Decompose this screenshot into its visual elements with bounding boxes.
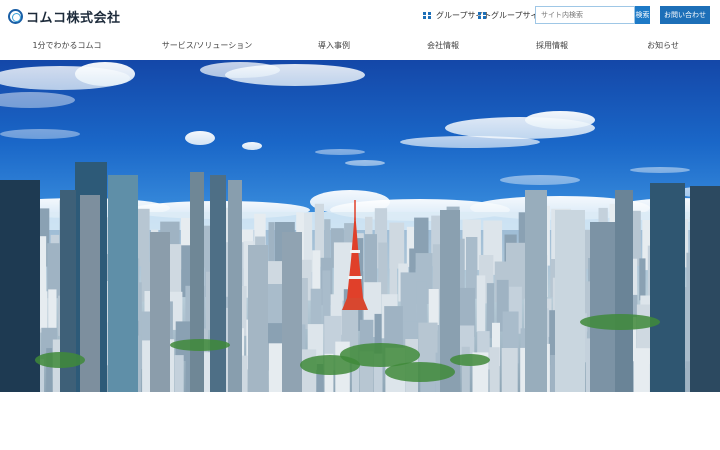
tower-building — [555, 210, 585, 392]
search-button[interactable]: 検索 — [635, 6, 650, 24]
logo[interactable]: コムコ株式会社 — [8, 6, 121, 26]
tower-building — [228, 180, 242, 392]
tower-building — [650, 183, 685, 392]
tower-building — [0, 180, 40, 392]
grid-icon — [423, 11, 431, 20]
logo-icon — [8, 8, 23, 24]
site-header: コムコ株式会社 グループサイト グループサイト 検索 お問い合わせ — [0, 0, 720, 32]
nav-item-cases[interactable]: 導入事例 — [318, 40, 350, 51]
main-nav: 1分でわかるコムコ サービス/ソリューション 導入事例 会社情報 採用情報 お知… — [0, 32, 720, 60]
building — [174, 355, 184, 392]
city-skyline-image — [0, 62, 720, 392]
park — [450, 354, 490, 366]
tower-building — [690, 186, 720, 392]
park — [170, 339, 230, 351]
tower-building — [150, 232, 170, 392]
content-area — [0, 392, 720, 450]
building — [48, 289, 57, 331]
tower-building — [525, 190, 547, 392]
nav-item-services[interactable]: サービス/ソリューション — [162, 40, 253, 51]
nav-item-company[interactable]: 会社情報 — [427, 40, 459, 51]
tower-building — [248, 245, 268, 392]
logo-text: コムコ株式会社 — [26, 10, 121, 26]
park — [385, 362, 455, 382]
tower-building — [108, 175, 138, 392]
hero-image — [0, 60, 720, 392]
tower-building — [190, 172, 204, 392]
contact-button[interactable]: お問い合わせ — [660, 6, 710, 24]
building — [476, 275, 486, 332]
building — [489, 347, 500, 392]
building — [418, 322, 438, 364]
building — [461, 346, 470, 392]
nav-item-recruit[interactable]: 採用情報 — [536, 40, 568, 51]
search-input[interactable] — [535, 6, 635, 24]
tower-building — [210, 175, 226, 392]
nav-item-news[interactable]: お知らせ — [647, 40, 679, 51]
building — [639, 258, 646, 301]
tower-building — [590, 222, 616, 392]
park — [35, 352, 85, 368]
building — [633, 348, 650, 392]
park — [300, 355, 360, 375]
tower-building — [282, 232, 302, 392]
tower-building — [615, 190, 633, 392]
park — [580, 314, 660, 330]
nav-item-about[interactable]: 1分でわかるコムコ — [32, 40, 101, 51]
grid-icon — [478, 11, 486, 20]
building — [501, 348, 518, 392]
